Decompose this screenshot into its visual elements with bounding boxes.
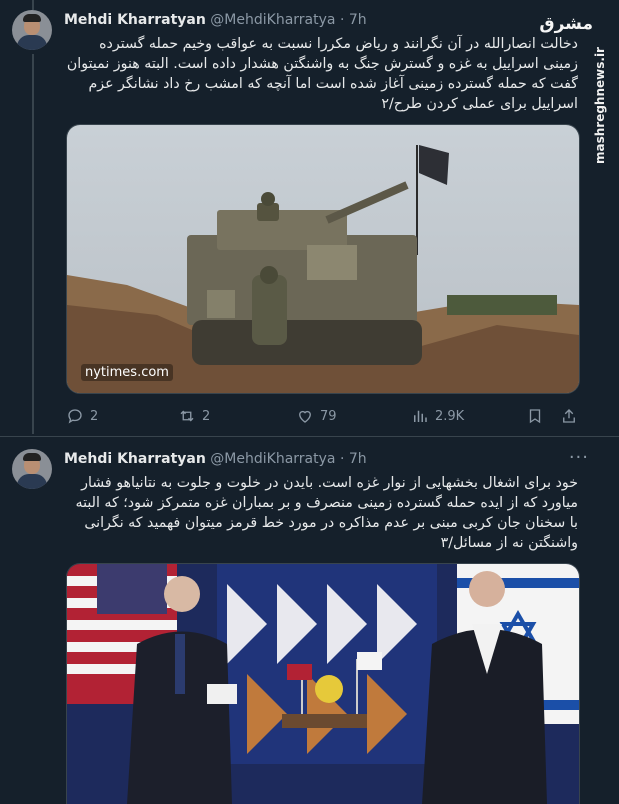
bookmark-button[interactable] (526, 406, 544, 426)
tank-photo (67, 125, 579, 393)
tweet-media[interactable] (66, 563, 580, 804)
tweet-header: Mehdi Kharratyan @MehdiKharratya · 7h (64, 451, 367, 467)
view-count: 2.9K (435, 408, 465, 424)
tweet-2[interactable]: Mehdi Kharratyan @MehdiKharratya · 7h ··… (0, 437, 619, 804)
share-icon (563, 409, 575, 423)
retweet-button[interactable]: 2 (178, 406, 210, 426)
like-count: 79 (320, 408, 337, 424)
author-name[interactable]: Mehdi Kharratyan (64, 12, 206, 28)
tweet-1[interactable]: Mehdi Kharratyan @MehdiKharratya · 7h دخ… (0, 0, 619, 436)
tweet-time[interactable]: 7h (349, 12, 367, 28)
tweet-header: Mehdi Kharratyan @MehdiKharratya · 7h (64, 12, 367, 28)
heart-icon (299, 410, 311, 423)
author-handle[interactable]: @MehdiKharratya (210, 451, 335, 467)
share-button[interactable] (560, 406, 578, 426)
author-name[interactable]: Mehdi Kharratyan (64, 451, 206, 467)
reply-button[interactable]: 2 (66, 406, 98, 426)
tweet-media[interactable]: nytimes.com (66, 124, 580, 394)
tweet-text: دخالت انصارالله در آن نگرانند و ریاض مکر… (66, 36, 578, 112)
more-options-icon[interactable]: ··· (569, 447, 589, 468)
action-bar: 2 2 79 2.9K (66, 406, 578, 426)
meeting-photo (67, 564, 579, 804)
backdrop-pattern (217, 564, 437, 764)
views-button[interactable]: 2.9K (411, 406, 464, 426)
reply-icon (68, 409, 82, 424)
like-button[interactable]: 79 (296, 406, 337, 426)
author-handle[interactable]: @MehdiKharratya (210, 12, 335, 28)
retweet-count: 2 (202, 408, 211, 424)
analytics-icon (414, 410, 427, 422)
tweet-time[interactable]: 7h (349, 451, 367, 467)
avatar[interactable] (12, 10, 52, 50)
reply-count: 2 (90, 408, 99, 424)
tweet-text: خود برای اشغال بخشهایی از نوار غزه است. … (75, 475, 578, 551)
retweet-icon (180, 410, 194, 422)
avatar[interactable] (12, 449, 52, 489)
bookmark-icon (529, 409, 541, 424)
media-caption[interactable]: nytimes.com (81, 364, 173, 381)
